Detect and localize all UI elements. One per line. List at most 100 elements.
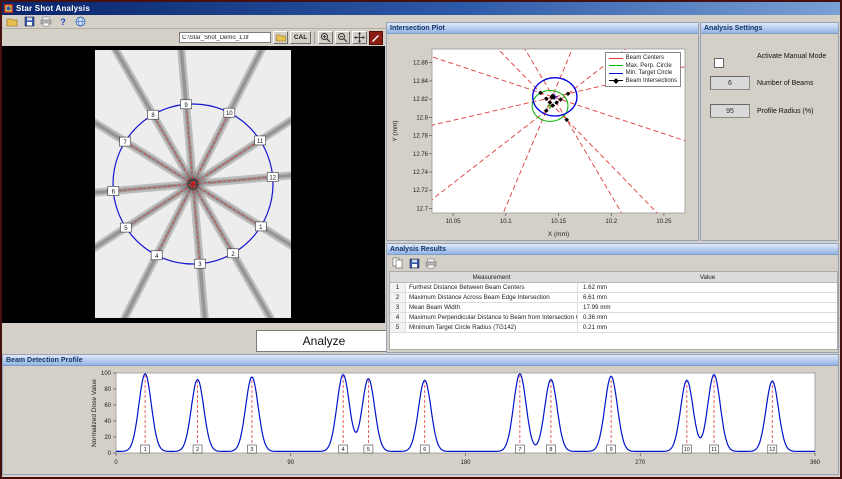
- svg-text:0: 0: [108, 451, 112, 457]
- number-of-beams-input[interactable]: [710, 76, 750, 90]
- svg-text:12.84: 12.84: [413, 79, 429, 85]
- cal-button[interactable]: CAL: [290, 31, 311, 44]
- svg-text:180: 180: [460, 460, 471, 466]
- svg-text:20: 20: [104, 435, 111, 441]
- open-folder-icon: [6, 18, 18, 27]
- open-button[interactable]: [5, 16, 19, 28]
- svg-text:12.82: 12.82: [413, 97, 429, 103]
- legend-swatch-max-perp: [608, 65, 623, 66]
- svg-text:6: 6: [423, 447, 426, 453]
- table-row[interactable]: 4 Maximum Perpendicular Distance to Beam…: [390, 313, 837, 323]
- value-cell: 17.99 mm: [583, 304, 611, 311]
- print-icon: [425, 258, 437, 268]
- svg-text:8: 8: [549, 447, 552, 453]
- save-icon: [409, 258, 419, 268]
- results-table-header: Measurement Value: [390, 272, 837, 283]
- svg-text:12.74: 12.74: [413, 170, 429, 176]
- analysis-results-title: Analysis Results: [387, 244, 838, 255]
- measurement-cell: Minimum Target Circle Radius (TG142): [406, 323, 578, 332]
- help-button[interactable]: ?: [56, 16, 70, 28]
- svg-text:12: 12: [769, 447, 775, 453]
- table-row[interactable]: 5 Minimum Target Circle Radius (TG142) 0…: [390, 323, 837, 333]
- legend-label: Beam Centers: [625, 55, 664, 61]
- svg-text:11: 11: [257, 139, 264, 145]
- star-shot-image: 12 11 10 9 8 7 6 5 4 3 2 1: [95, 50, 291, 318]
- svg-text:11: 11: [711, 447, 717, 453]
- measurement-cell: Mean Beam Width: [406, 303, 578, 312]
- svg-text:2: 2: [196, 447, 199, 453]
- print-results-button[interactable]: [424, 257, 438, 269]
- file-path-input[interactable]: [179, 32, 271, 43]
- table-row[interactable]: 3 Mean Beam Width 17.99 mm: [390, 303, 837, 313]
- svg-text:12.76: 12.76: [413, 152, 429, 158]
- results-toolbar: [390, 257, 438, 269]
- legend-swatch-beam-centers: [608, 57, 623, 59]
- legend-item: Beam Centers: [608, 55, 677, 61]
- svg-text:10.05: 10.05: [446, 219, 462, 225]
- profile-radius-label: Profile Radius (%): [757, 108, 814, 115]
- row-number: 2: [390, 293, 406, 302]
- measurement-cell: Maximum Perpendicular Distance to Beam f…: [406, 313, 578, 322]
- svg-text:X (mm): X (mm): [548, 231, 569, 238]
- zoom-in-button[interactable]: [318, 31, 333, 44]
- row-number: 5: [390, 323, 406, 332]
- analysis-settings-title: Analysis Settings: [701, 23, 838, 34]
- profile-radius-input[interactable]: [710, 104, 750, 118]
- svg-text:100: 100: [101, 371, 112, 377]
- svg-text:5: 5: [367, 447, 370, 453]
- svg-text:3: 3: [250, 447, 253, 453]
- zoom-out-button[interactable]: [335, 31, 350, 44]
- svg-text:12.72: 12.72: [413, 188, 429, 194]
- plot-legend: Beam Centers Max. Perp. Circle Min. Targ…: [604, 52, 681, 87]
- svg-text:12.86: 12.86: [413, 61, 429, 67]
- analyze-button[interactable]: Analyze: [256, 330, 392, 352]
- number-of-beams-label: Number of Beams: [757, 80, 814, 87]
- help-icon: ?: [60, 16, 66, 27]
- table-row[interactable]: 1 Furthest Distance Between Beam Centers…: [390, 283, 837, 293]
- toolbar-separator: [314, 31, 315, 44]
- svg-text:1: 1: [144, 447, 147, 453]
- copy-results-button[interactable]: [390, 257, 404, 269]
- svg-text:12.7: 12.7: [416, 206, 428, 212]
- row-number: 3: [390, 303, 406, 312]
- copy-icon: [392, 257, 402, 269]
- row-number-header: [390, 272, 406, 282]
- manual-mode-checkbox[interactable]: [714, 58, 724, 68]
- save-results-button[interactable]: [407, 257, 421, 269]
- value-cell: 0.21 mm: [583, 324, 608, 331]
- beam-detection-profile-panel: Beam Detection Profile 0 90 180 270 360 0 20 40…: [2, 354, 839, 475]
- window-title: Star Shot Analysis: [16, 4, 90, 13]
- table-row[interactable]: 2 Maximum Distance Across Beam Edge Inte…: [390, 293, 837, 303]
- save-button[interactable]: [22, 16, 36, 28]
- svg-text:Y (mm): Y (mm): [392, 120, 399, 141]
- legend-item: Min. Target Circle: [608, 70, 677, 76]
- svg-text:Normalized Dose Value: Normalized Dose Value: [91, 379, 98, 447]
- svg-text:60: 60: [104, 403, 111, 409]
- save-icon: [24, 16, 34, 27]
- svg-text:10.15: 10.15: [551, 219, 567, 225]
- svg-text:0: 0: [114, 460, 118, 466]
- pencil-icon: [372, 34, 379, 42]
- manual-mode-label: Activate Manual Mode: [757, 53, 827, 60]
- svg-text:40: 40: [104, 419, 111, 425]
- pan-icon: [354, 32, 365, 43]
- svg-text:12: 12: [269, 176, 276, 182]
- browse-button[interactable]: [273, 31, 288, 44]
- legend-item: Beam Intersections: [608, 77, 677, 84]
- pan-button[interactable]: [352, 31, 367, 44]
- svg-text:360: 360: [810, 460, 821, 466]
- value-cell: 1.62 mm: [583, 284, 608, 291]
- web-button[interactable]: [73, 16, 87, 28]
- svg-text:10.1: 10.1: [500, 219, 512, 225]
- legend-swatch-intersections: [608, 77, 623, 84]
- print-button[interactable]: [39, 16, 53, 28]
- svg-text:10.2: 10.2: [605, 219, 617, 225]
- title-bar: Star Shot Analysis: [2, 2, 840, 15]
- legend-item: Max. Perp. Circle: [608, 63, 677, 69]
- measurement-cell: Furthest Distance Between Beam Centers: [406, 283, 578, 292]
- analysis-results-panel: Analysis Results Measurement Value 1 Fur…: [386, 243, 839, 353]
- row-number: 4: [390, 313, 406, 322]
- legend-swatch-min-target: [608, 72, 623, 74]
- edit-button[interactable]: [369, 30, 383, 45]
- svg-text:80: 80: [104, 387, 111, 393]
